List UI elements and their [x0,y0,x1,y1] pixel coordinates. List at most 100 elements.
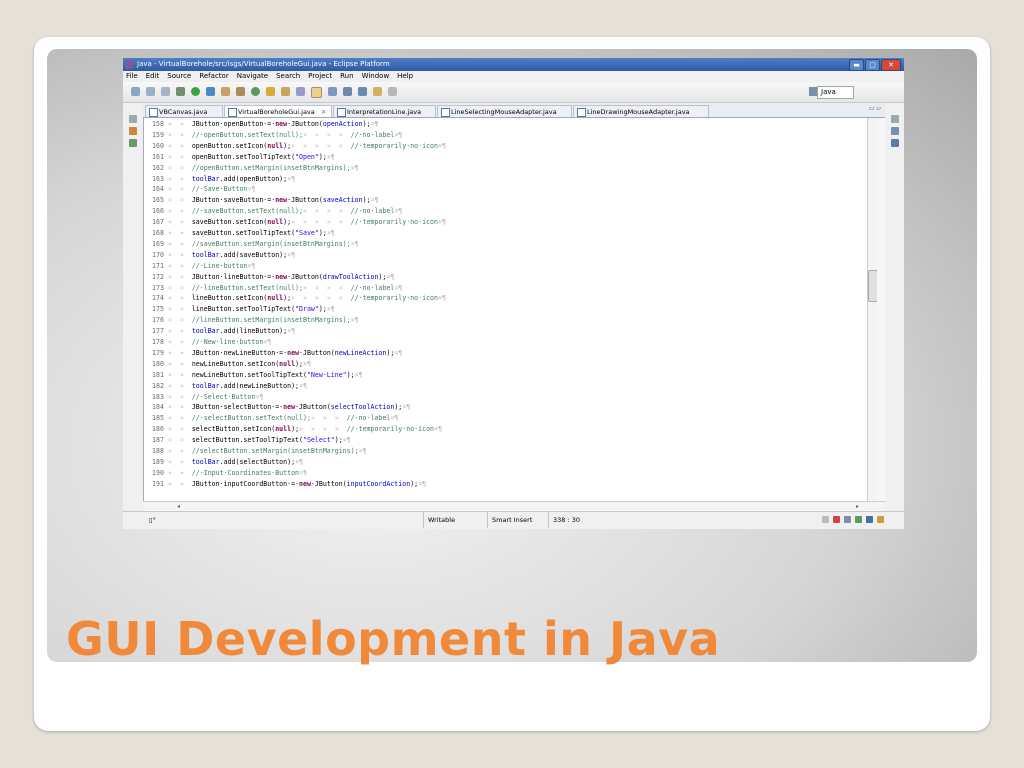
code-text: » » newLineButton.setIcon(null);¤¶ [168,359,311,368]
menu-window[interactable]: Window [362,71,390,82]
next-annotation-icon[interactable] [343,87,352,96]
code-line[interactable]: 166 » » //·saveButton.setText(null);» » »… [144,207,868,216]
declaration-icon[interactable] [855,516,862,523]
code-line[interactable]: 184 » » JButton·selectButton·=·new·JButto… [144,403,868,412]
code-line[interactable]: 187 » » selectButton.setToolTipText("Sele… [144,436,868,445]
code-text: » » //·Save·Button¤¶ [168,185,256,194]
code-line[interactable]: 183 » » //·Select·Button¤¶ [144,393,868,402]
menu-file[interactable]: File [126,71,138,82]
close-tab-icon[interactable]: ✕ [321,108,326,116]
new-icon[interactable] [131,87,140,96]
fast-view-icon[interactable] [822,516,829,523]
code-line[interactable]: 185 » » //·selectButton.setText(null);» »… [144,414,868,423]
line-number: 183 [152,392,164,401]
tasks-icon[interactable] [877,516,884,523]
code-line[interactable]: 190 » » //·Input·Coordinates·Button¤¶ [144,469,868,478]
code-line[interactable]: 161 » » openButton.setToolTipText("Open")… [144,153,868,162]
code-line[interactable]: 164 » » //·Save·Button¤¶ [144,185,868,194]
restore-icon[interactable] [129,115,137,123]
line-number: 163 [152,174,164,183]
menu-search[interactable]: Search [276,71,300,82]
code-line[interactable]: 180 » » newLineButton.setIcon(null);¤¶ [144,360,868,369]
new-class-icon[interactable] [251,87,260,96]
toggle-mark-occurrences-icon[interactable] [311,87,322,98]
code-line[interactable]: 176 » » //lineButton.setMargin(insetBtnMa… [144,316,868,325]
menu-edit[interactable]: Edit [146,71,160,82]
external-tools-icon[interactable] [206,87,215,96]
open-folder-icon[interactable] [281,87,290,96]
code-line[interactable]: 174 » » lineButton.setIcon(null);» » » » … [144,294,868,303]
code-line[interactable]: 191 » » JButton·inputCoordButton·=·new·JB… [144,480,868,489]
open-type-icon[interactable] [266,87,275,96]
menu-run[interactable]: Run [340,71,353,82]
new-package-icon[interactable] [236,87,245,96]
menu-refactor[interactable]: Refactor [199,71,228,82]
close-button[interactable]: ✕ [881,59,901,71]
code-line[interactable]: 167 » » saveButton.setIcon(null);» » » » … [144,218,868,227]
tab-vbcanvas[interactable]: VBCanvas.java [145,105,223,117]
menu-source[interactable]: Source [167,71,191,82]
new-java-project-icon[interactable] [221,87,230,96]
code-line[interactable]: 172 » » JButton·lineButton·=·new·JButton(… [144,273,868,282]
menu-project[interactable]: Project [308,71,332,82]
code-editor[interactable]: 158 » » JButton·openButton·=·new·JButton(… [143,118,868,501]
code-line[interactable]: 173 » » //·lineButton.setText(null);» » »… [144,284,868,293]
debug-icon[interactable] [176,87,185,96]
code-line[interactable]: 170 » » toolBar.add(saveButton);¤¶ [144,251,868,260]
run-icon[interactable] [191,87,200,96]
scroll-left-icon[interactable]: ◂ [177,502,180,511]
menu-help[interactable]: Help [397,71,413,82]
code-line[interactable]: 168 » » saveButton.setToolTipText("Save")… [144,229,868,238]
horizontal-scrollbar[interactable]: ◂ ▸ [143,501,885,511]
search-icon[interactable] [296,87,305,96]
code-line[interactable]: 169 » » //saveButton.setMargin(insetBtnMa… [144,240,868,249]
tab-linedrawingmouseadapter[interactable]: LineDrawingMouseAdapter.java [573,105,709,117]
show-whitespace-icon[interactable] [328,87,337,96]
code-line[interactable]: 189 » » toolBar.add(selectButton);¤¶ [144,458,868,467]
line-number: 169 [152,239,164,248]
code-line[interactable]: 186 » » selectButton.setIcon(null);» » » … [144,425,868,434]
code-line[interactable]: 175 » » lineButton.setToolTipText("Draw")… [144,305,868,314]
javadoc-icon[interactable] [844,516,851,523]
outline-icon[interactable] [891,127,899,135]
back-icon[interactable] [373,87,382,96]
code-line[interactable]: 188 » » //selectButton.setMargin(insetBtn… [144,447,868,456]
code-line[interactable]: 159 » » //·openButton.setText(null);» » »… [144,131,868,140]
code-line[interactable]: 177 » » toolBar.add(lineButton);¤¶ [144,327,868,336]
scroll-right-icon[interactable]: ▸ [856,502,859,511]
code-text: » » JButton·newLineButton·=·new·JButton(… [168,348,403,357]
restore-icon[interactable] [891,115,899,123]
code-line[interactable]: 171 » » //·Line·button¤¶ [144,262,868,271]
code-line[interactable]: 165 » » JButton·saveButton·=·new·JButton(… [144,196,868,205]
hierarchy-icon[interactable] [129,139,137,147]
code-line[interactable]: 178 » » //·New·line·button¤¶ [144,338,868,347]
package-explorer-icon[interactable] [129,127,137,135]
code-line[interactable]: 181 » » newLineButton.setToolTipText("New… [144,371,868,380]
code-line[interactable]: 163 » » toolBar.add(openButton);¤¶ [144,175,868,184]
save-icon[interactable] [146,87,155,96]
tab-interpretationline[interactable]: InterpretationLine.java [333,105,436,117]
problems-icon[interactable] [833,516,840,523]
tab-lineselectingmouseadapter[interactable]: LineSelectingMouseAdapter.java [437,105,572,117]
tab-virtualboreholegui[interactable]: VirtualBoreholeGui.java ✕ [224,105,332,117]
code-text: » » JButton·saveButton·=·new·JButton(sav… [168,196,379,205]
line-number: 164 [152,185,164,194]
maximize-button[interactable]: ▢ [865,59,880,71]
line-number: 171 [152,261,164,270]
print-icon[interactable] [161,87,170,96]
code-line[interactable]: 182 » » toolBar.add(newLineButton);¤¶ [144,382,868,391]
type-hierarchy-icon[interactable] [891,139,899,147]
minimize-maximize-icon[interactable]: ▭ ▱ [869,105,881,112]
code-line[interactable]: 162 » » //openButton.setMargin(insetBtnMa… [144,164,868,173]
left-trim [123,103,143,513]
code-line[interactable]: 179 » » JButton·newLineButton·=·new·JButt… [144,349,868,358]
forward-icon[interactable] [388,87,397,96]
eclipse-window: Java - VirtualBorehole/src/isgs/VirtualB… [123,58,904,529]
console-icon[interactable] [866,516,873,523]
code-line[interactable]: 160 » » openButton.setIcon(null);» » » » … [144,142,868,151]
java-perspective-button[interactable]: Java [817,86,854,99]
previous-annotation-icon[interactable] [358,87,367,96]
menu-navigate[interactable]: Navigate [237,71,268,82]
minimize-button[interactable]: ▬ [849,59,864,71]
code-line[interactable]: 158 » » JButton·openButton·=·new·JButton(… [144,120,868,129]
